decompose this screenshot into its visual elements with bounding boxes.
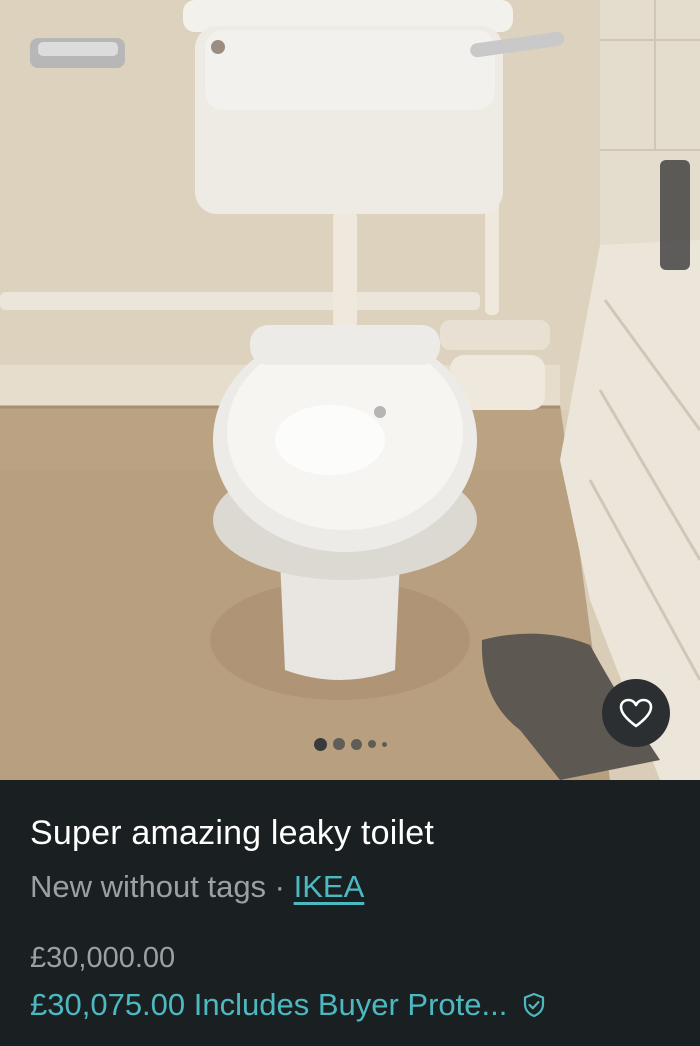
heart-icon (619, 698, 653, 728)
pagination-dot (332, 738, 345, 750)
favorite-button[interactable] (602, 679, 670, 747)
shield-check-icon (521, 992, 547, 1018)
buyer-protection-price[interactable]: £30,075.00 Includes Buyer Prote... (30, 987, 675, 1023)
subtitle-separator: · (266, 869, 294, 904)
pagination-dot (381, 741, 387, 747)
listing-subtitle: New without tags · IKEA (30, 869, 364, 905)
gallery-pagination (0, 737, 700, 751)
pagination-dot (313, 737, 327, 751)
pagination-dot (367, 740, 376, 748)
listing-screen: Super amazing leaky toilet New without t… (0, 0, 700, 1046)
listing-title: Super amazing leaky toilet (30, 814, 434, 852)
total-price-label: £30,075.00 Includes Buyer Prote... (30, 987, 508, 1022)
condition-label: New without tags (30, 869, 267, 904)
toilet-image (0, 0, 700, 780)
item-price: £30,000.00 (30, 942, 176, 974)
brand-link[interactable]: IKEA (294, 869, 365, 904)
pagination-dot (350, 738, 362, 750)
listing-details: Super amazing leaky toilet New without t… (0, 780, 700, 1046)
product-photo[interactable] (0, 0, 700, 780)
